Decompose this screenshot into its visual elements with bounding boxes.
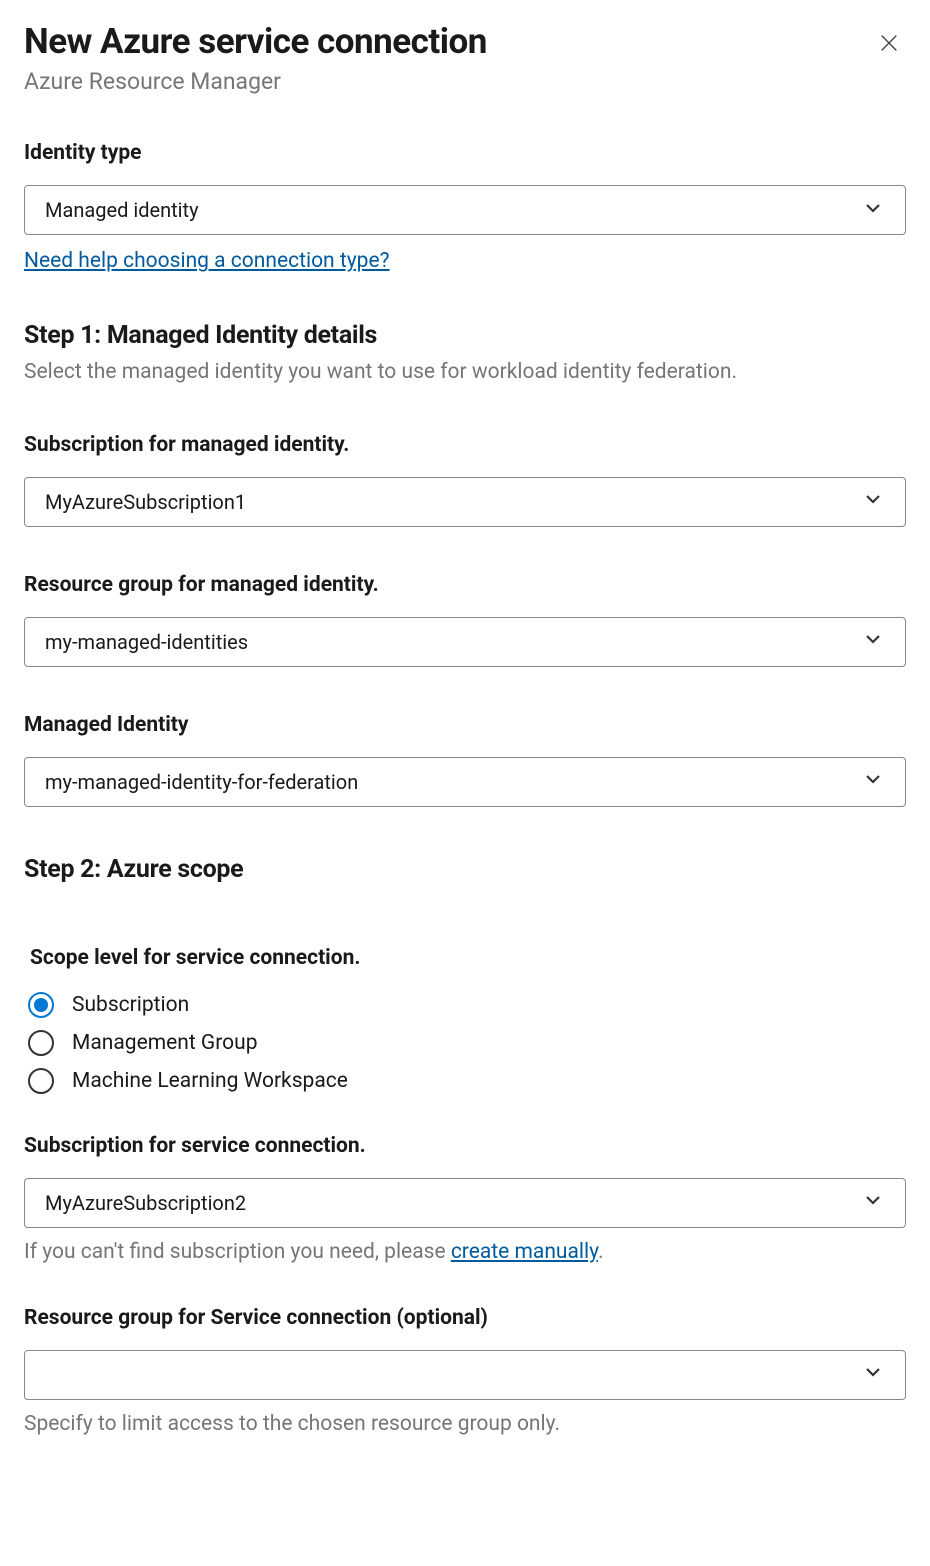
sc-subscription-hint-prefix: If you can't find subscription you need,… (24, 1240, 451, 1264)
sc-subscription-hint-suffix: . (598, 1240, 604, 1264)
managed-identity-value: my-managed-identity-for-federation (45, 770, 358, 794)
mi-subscription-value: MyAzureSubscription1 (45, 490, 246, 514)
create-manually-link[interactable]: create manually (451, 1240, 598, 1264)
help-link-connection-type[interactable]: Need help choosing a connection type? (24, 249, 390, 273)
managed-identity-label: Managed Identity (24, 713, 906, 737)
radio-icon (28, 1030, 54, 1056)
chevron-down-icon (861, 487, 885, 516)
dialog-subtitle: Azure Resource Manager (24, 68, 487, 95)
step1-heading: Step 1: Managed Identity details (24, 321, 906, 350)
radio-management-group-label: Management Group (72, 1031, 258, 1055)
scope-level-radio-group: Subscription Management Group Machine Le… (24, 992, 906, 1094)
chevron-down-icon (861, 767, 885, 796)
sc-resource-group-hint: Specify to limit access to the chosen re… (24, 1410, 906, 1438)
radio-ml-workspace[interactable]: Machine Learning Workspace (28, 1068, 906, 1094)
radio-icon (28, 992, 54, 1018)
dialog-title: New Azure service connection (24, 22, 487, 62)
close-button[interactable] (878, 22, 906, 57)
chevron-down-icon (861, 1188, 885, 1217)
sc-subscription-label: Subscription for service connection. (24, 1134, 906, 1158)
scope-level-label: Scope level for service connection. (30, 946, 906, 970)
sc-resource-group-select[interactable] (24, 1350, 906, 1400)
chevron-down-icon (861, 196, 885, 225)
close-icon (878, 42, 900, 57)
radio-subscription[interactable]: Subscription (28, 992, 906, 1018)
sc-subscription-value: MyAzureSubscription2 (45, 1191, 246, 1215)
mi-subscription-label: Subscription for managed identity. (24, 433, 906, 457)
mi-resource-group-value: my-managed-identities (45, 630, 248, 654)
chevron-down-icon (861, 1360, 885, 1389)
step2-heading: Step 2: Azure scope (24, 855, 906, 884)
radio-subscription-label: Subscription (72, 993, 189, 1017)
identity-type-label: Identity type (24, 141, 906, 165)
mi-subscription-select[interactable]: MyAzureSubscription1 (24, 477, 906, 527)
radio-icon (28, 1068, 54, 1094)
mi-resource-group-label: Resource group for managed identity. (24, 573, 906, 597)
mi-resource-group-select[interactable]: my-managed-identities (24, 617, 906, 667)
identity-type-value: Managed identity (45, 198, 199, 222)
identity-type-select[interactable]: Managed identity (24, 185, 906, 235)
radio-ml-workspace-label: Machine Learning Workspace (72, 1069, 348, 1093)
radio-management-group[interactable]: Management Group (28, 1030, 906, 1056)
sc-resource-group-label: Resource group for Service connection (o… (24, 1306, 906, 1330)
step1-description: Select the managed identity you want to … (24, 358, 906, 386)
sc-subscription-hint: If you can't find subscription you need,… (24, 1238, 906, 1266)
sc-subscription-select[interactable]: MyAzureSubscription2 (24, 1178, 906, 1228)
chevron-down-icon (861, 627, 885, 656)
managed-identity-select[interactable]: my-managed-identity-for-federation (24, 757, 906, 807)
